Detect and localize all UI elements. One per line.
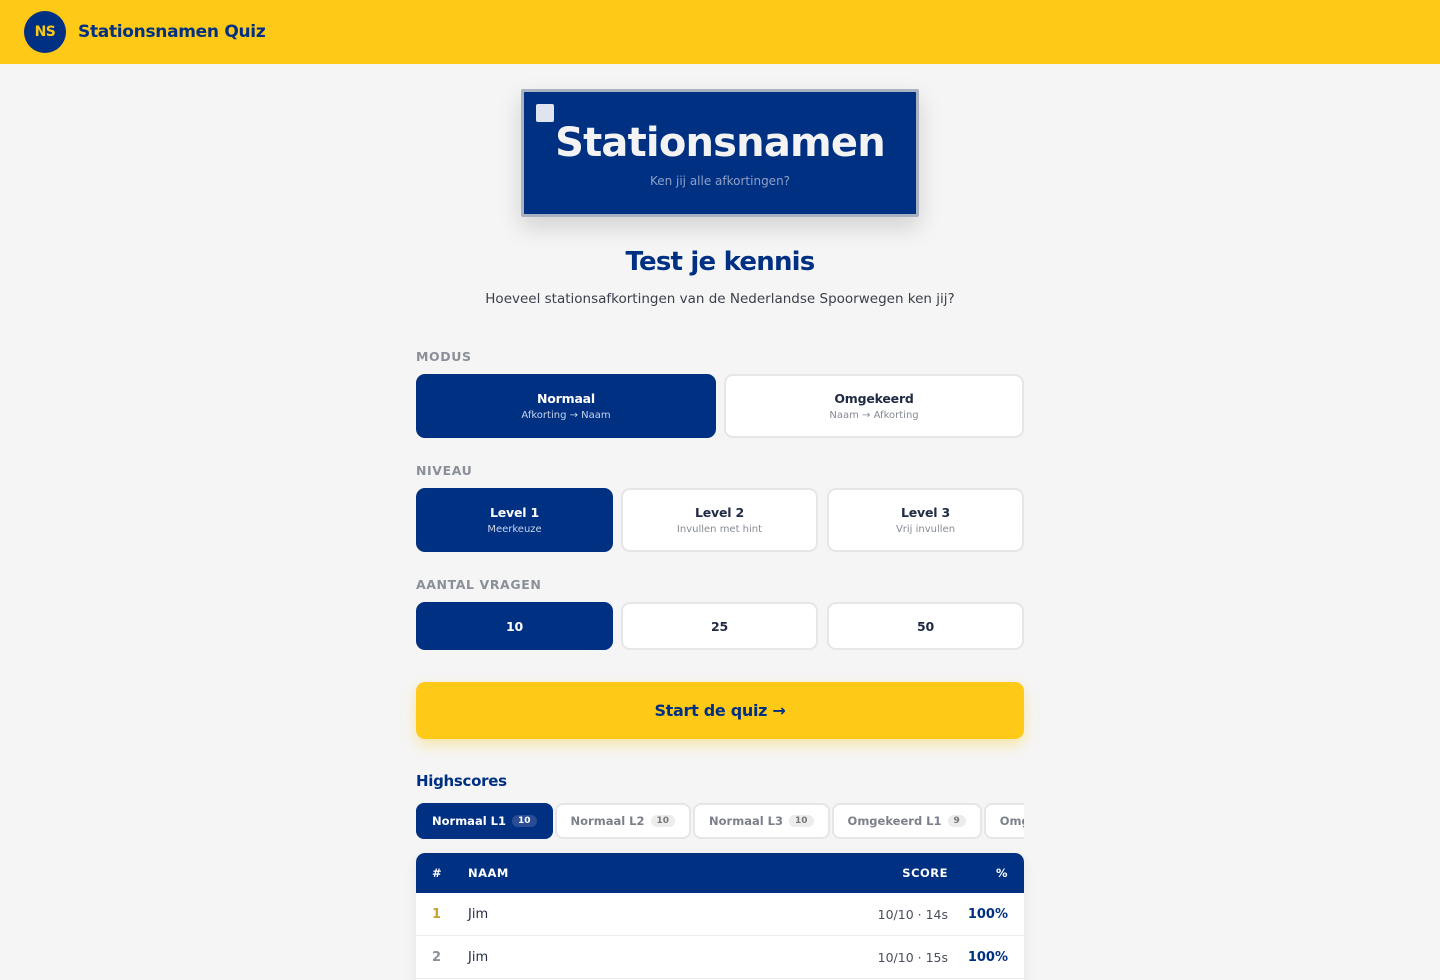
ns-logo[interactable]: NS [24,11,66,53]
option-title: 25 [711,618,728,634]
row-pct: 100% [967,907,1008,922]
modus-option-normaal[interactable]: Normaal Afkorting → Naam [416,374,716,438]
row-pct: 100% [967,950,1008,965]
niveau-option-level-2[interactable]: Level 2 Invullen met hint [621,488,818,552]
tab-omgekeerd-l1[interactable]: Omgekeerd L1 9 [831,803,982,839]
row-score: 10/10 · 14s [877,907,948,922]
aantal-option-50[interactable]: 50 [827,602,1024,650]
option-title: 10 [506,618,523,634]
start-quiz-button[interactable]: Start de quiz → [416,682,1024,739]
row-rank: 2 [432,950,442,965]
column-score: SCORE [902,866,948,880]
sign-title: Stationsnamen [555,120,886,166]
tab-normaal-l1[interactable]: Normaal L1 10 [416,803,553,839]
table-row: 1 Jim 10/10 · 14s 100% [416,893,1024,936]
aantal-option-10[interactable]: 10 [416,602,613,650]
table-row: 2 Jim 10/10 · 15s 100% [416,936,1024,979]
station-sign: Stationsnamen Ken jij alle afkortingen? [521,89,919,217]
tab-label: Normaal L1 [432,814,506,828]
option-subtitle: Vrij invullen [895,524,956,535]
niveau-option-level-1[interactable]: Level 1 Meerkeuze [416,488,613,552]
tab-count-badge: 9 [947,815,966,827]
row-rank: 1 [432,907,442,922]
highscore-table: # NAAM SCORE % 1 Jim 10/10 · 14s 100% 2 … [416,853,1024,980]
option-title: Normaal [537,391,595,406]
tab-label: Omgekeerd L1 [847,814,942,828]
aantal-option-25[interactable]: 25 [621,602,818,650]
niveau-option-level-3[interactable]: Level 3 Vrij invullen [827,488,1024,552]
niveau-label: NIVEAU [416,463,473,478]
highscores-title: Highscores [416,772,507,790]
row-score: 10/10 · 15s [877,950,948,965]
column-rank: # [432,866,443,880]
top-bar: NS Stationsnamen Quiz [0,0,1440,64]
tab-normaal-l3[interactable]: Normaal L3 10 [693,803,830,839]
highscore-tabs: Normaal L1 10 Normaal L2 10 Normaal L3 1… [416,803,1024,839]
tab-count-badge: 10 [789,815,814,827]
tab-count-badge: 10 [511,815,537,827]
tab-omgekeerd-l2[interactable]: Omgekeerd L2 [983,803,1024,839]
tab-label: Normaal L2 [570,814,645,828]
tab-normaal-l2[interactable]: Normaal L2 10 [554,803,692,839]
tab-label: Normaal L3 [709,814,784,828]
option-title: Omgekeerd [834,391,914,406]
page-headline: Test je kennis [625,247,816,277]
sign-subtitle: Ken jij alle afkortingen? [649,174,791,188]
option-subtitle: Afkorting → Naam [521,410,611,421]
option-subtitle: Invullen met hint [676,524,763,535]
option-title: Level 3 [900,505,950,520]
table-header: # NAAM SCORE % [416,853,1024,893]
aantal-label: AANTAL VRAGEN [416,577,542,592]
column-pct: % [995,866,1008,880]
tab-label: Omgekeerd L2 [999,814,1024,828]
option-subtitle: Naam → Afkorting [829,410,919,421]
page-lead: Hoeveel stationsafkortingen van de Neder… [485,291,955,307]
option-title: Level 2 [694,505,744,520]
modus-label: MODUS [416,349,472,364]
option-title: Level 1 [489,505,539,520]
option-subtitle: Meerkeuze [487,524,542,535]
row-name: Jim [468,950,489,965]
app-title: Stationsnamen Quiz [78,22,266,42]
column-name: NAAM [468,866,509,880]
row-name: Jim [468,907,489,922]
tab-count-badge: 10 [650,815,676,827]
option-title: 50 [917,618,934,634]
modus-option-omgekeerd[interactable]: Omgekeerd Naam → Afkorting [724,374,1024,438]
